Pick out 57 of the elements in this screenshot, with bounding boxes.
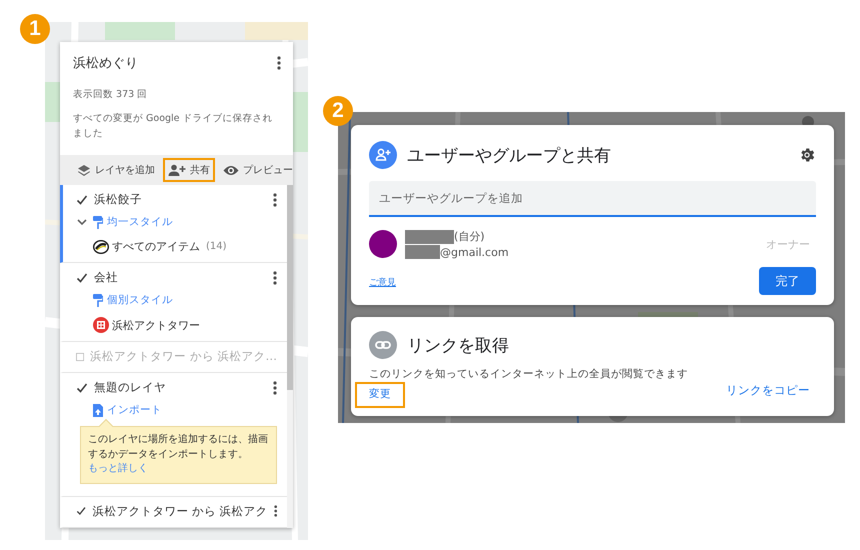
paint-roller-icon (93, 294, 103, 307)
person-add-icon (168, 164, 186, 176)
layer-title: 会社 (94, 270, 119, 286)
step-badge: 1 (20, 14, 50, 44)
dialog-title: ユーザーやグループと共有 (407, 144, 611, 166)
document-icon (93, 404, 103, 417)
redaction-block (405, 245, 440, 259)
paint-roller-icon (93, 216, 103, 229)
more-icon[interactable] (277, 56, 281, 70)
striped-circle-icon (93, 240, 109, 254)
building-icon (93, 317, 109, 334)
owner-role: オーナー (766, 236, 810, 252)
change-link[interactable]: 変更 (355, 382, 405, 408)
layer-title: 無題のレイヤ (94, 380, 167, 396)
checkbox[interactable] (76, 505, 86, 518)
layer-title: 浜松アクトタワー から 浜松アク… (90, 349, 277, 364)
layer-item[interactable]: 浜松アクトタワー (112, 318, 200, 333)
layers-icon (77, 164, 91, 177)
owner-name: (自分) (454, 229, 485, 244)
chevron-icon[interactable] (76, 218, 88, 226)
layer-item[interactable]: すべてのアイテム (112, 239, 200, 254)
step-badge: 2 (323, 96, 353, 126)
copy-link[interactable]: リンクをコピー (726, 383, 810, 398)
card-title: リンクを取得 (407, 334, 509, 356)
link-icon (369, 331, 397, 359)
scroll-bar[interactable] (287, 185, 293, 528)
view-count: 表示回数 373 回 (73, 88, 148, 101)
more-icon[interactable] (273, 192, 277, 207)
input-field[interactable]: ユーザーやグループを追加 (369, 181, 816, 217)
eye-icon (223, 164, 239, 176)
more-icon[interactable] (273, 380, 277, 395)
checkbox[interactable] (76, 350, 84, 363)
person-add-icon (369, 141, 397, 169)
done-button[interactable]: 完了 (759, 267, 816, 295)
checkbox[interactable] (76, 272, 88, 284)
toolbar-button[interactable]: プレビュー (218, 158, 298, 182)
avatar (369, 230, 397, 258)
layer-title: 浜松アクトタワー から 浜松アク (92, 504, 268, 519)
toolbar-button[interactable]: レイヤを追加 (72, 158, 160, 182)
checkbox[interactable] (76, 194, 88, 206)
item-count: (14) (206, 241, 227, 252)
redaction-block (405, 230, 454, 244)
more-icon[interactable] (274, 504, 277, 518)
style-link[interactable]: 個別スタイル (93, 293, 173, 308)
owner-email: @gmail.com (440, 246, 509, 258)
import-link[interactable]: インポート (93, 403, 162, 418)
layer-card[interactable]: 無題のレイヤ インポート このレイヤに場所を追加するには、描画するかデータをインポートします。 もっと詳しく (60, 373, 287, 497)
feedback-link[interactable]: ご意見 (369, 276, 396, 289)
toolbar-button[interactable]: 共有 (163, 158, 215, 182)
link-description: このリンクを知っているインターネット上の全員が閲覧できます (369, 367, 688, 381)
more-icon[interactable] (273, 270, 277, 285)
style-link[interactable]: 均一スタイル (93, 215, 173, 230)
map-title: 浜松めぐり (73, 55, 138, 72)
tip-text: このレイヤに場所を追加するには、描画するかデータをインポートします。 (88, 433, 269, 462)
layer-title: 浜松餃子 (94, 192, 143, 208)
checkbox[interactable] (76, 382, 88, 394)
save-status: すべての変更が Google ドライブに保存されました (73, 112, 274, 142)
